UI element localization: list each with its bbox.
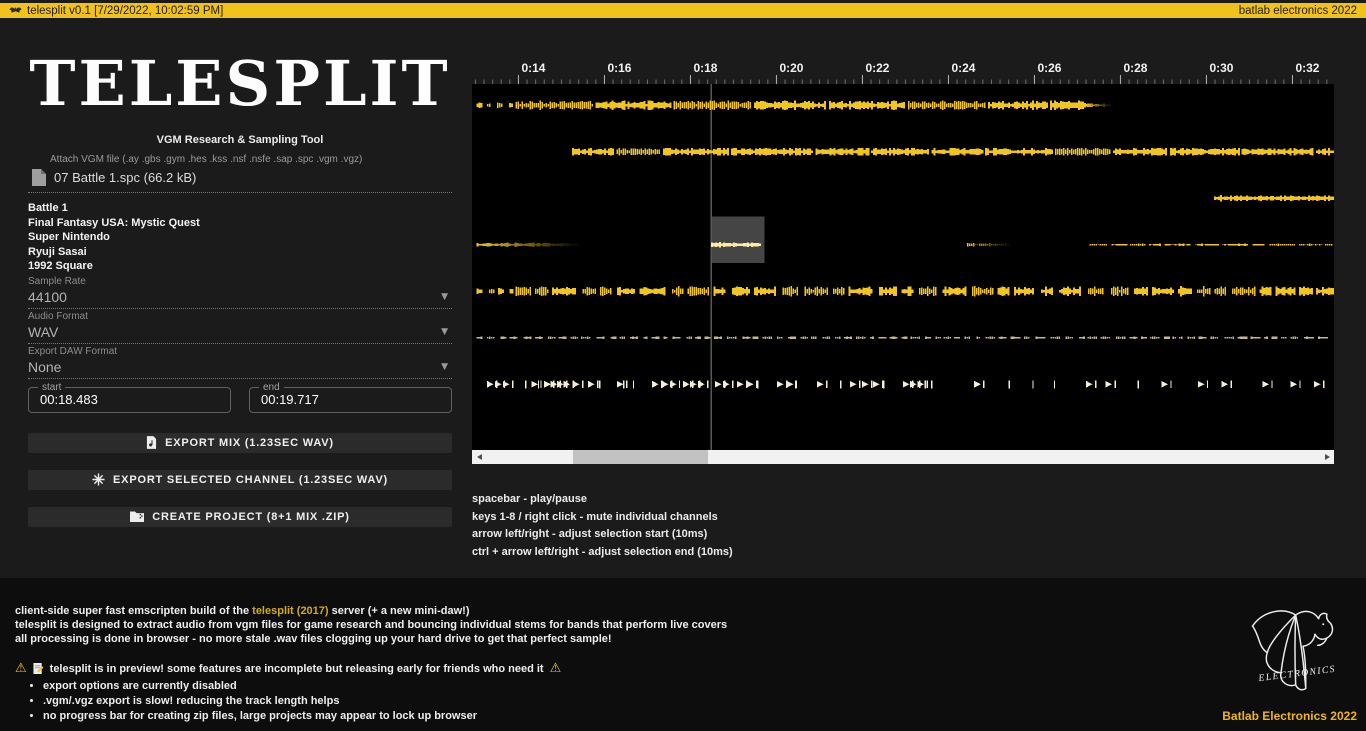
- select-value: 44100: [28, 289, 67, 305]
- issue-item: no progress bar for creating zip files, …: [43, 709, 1366, 724]
- attached-file-control[interactable]: 07 Battle 1.spc (66.2 kB): [28, 167, 452, 193]
- about-line-3: all processing is done in browser - no m…: [15, 633, 1366, 647]
- svg-text:0:26: 0:26: [1037, 61, 1061, 75]
- brand-credit: Batlab Electronics 2022: [1222, 709, 1357, 723]
- svg-text:0:18: 0:18: [693, 61, 717, 75]
- file-icon: [32, 169, 46, 186]
- app-logo: TELESPLIT: [28, 42, 452, 126]
- control-panel: TELESPLIT VGM Research & Sampling Tool A…: [28, 40, 452, 527]
- button-label: CREATE PROJECT (8+1 MIX .ZIP): [152, 511, 350, 523]
- telesplit-2017-link[interactable]: telesplit (2017): [252, 605, 328, 617]
- svg-text:0:20: 0:20: [779, 61, 803, 75]
- selection-end-input[interactable]: [250, 388, 451, 412]
- note-icon: [33, 662, 44, 675]
- game-title: Final Fantasy USA: Mystic Quest: [28, 216, 452, 231]
- chevron-down-icon: ▼: [441, 292, 448, 302]
- composer-name: Ryuji Sasai: [28, 245, 452, 260]
- select-value: WAV: [28, 324, 58, 340]
- attach-file-label: Attach VGM file (.ay .gbs .gym .hes .kss…: [50, 154, 452, 165]
- warning-text: telesplit is in preview! some features a…: [50, 663, 544, 675]
- select-label: Export DAW Format: [28, 346, 452, 358]
- track-title: Battle 1: [28, 201, 452, 216]
- about-line-1-post: server (+ a new mini-daw!): [329, 605, 470, 617]
- export-mix-button[interactable]: EXPORT MIX (1.23SEC WAV): [28, 433, 452, 453]
- svg-text:0:28: 0:28: [1123, 61, 1147, 75]
- track-metadata: Battle 1 Final Fantasy USA: Mystic Quest…: [28, 201, 452, 274]
- app-title: telesplit v0.1 [7/29/2022, 10:02:59 PM]: [27, 5, 223, 17]
- timeline-ruler[interactable]: 0:14 0:16 0:18 0:20 0:22 0:24 0:26 0:28 0:30 0:32: [472, 55, 1334, 84]
- sample-rate-select[interactable]: Sample Rate 44100 ▼: [28, 276, 452, 309]
- button-label: EXPORT SELECTED CHANNEL (1.23SEC WAV): [113, 474, 388, 486]
- scroll-left-arrow[interactable]: [472, 450, 486, 464]
- svg-text:0:24: 0:24: [951, 61, 975, 75]
- export-selected-channel-button[interactable]: EXPORT SELECTED CHANNEL (1.23SEC WAV): [28, 470, 452, 490]
- system-name: Super Nintendo: [28, 230, 452, 245]
- create-project-button[interactable]: CREATE PROJECT (8+1 MIX .ZIP): [28, 507, 452, 527]
- svg-text:0:14: 0:14: [521, 61, 545, 75]
- daw-panel: 0:14 0:16 0:18 0:20 0:22 0:24 0:26 0:28 0:30 0:32…: [472, 55, 1334, 561]
- preview-warning: ⚠ telesplit is in preview! some features…: [15, 662, 1366, 675]
- app-subtitle: VGM Research & Sampling Tool: [28, 134, 452, 146]
- file-name: 07 Battle 1.spc (66.2 kB): [54, 170, 196, 185]
- shortcut-line: ctrl + arrow left/right - adjust selecti…: [472, 544, 1334, 562]
- selection-end-field: end: [249, 387, 452, 413]
- bat-mini-icon: [9, 6, 22, 15]
- audio-file-icon: [146, 436, 157, 449]
- flare-icon: [92, 473, 105, 486]
- waveform-canvas[interactable]: [472, 84, 1334, 450]
- scrollbar-thumb[interactable]: [573, 450, 708, 464]
- batlab-bat-logo: ELECTRONICS: [1246, 604, 1338, 705]
- selection-start-input[interactable]: [29, 388, 230, 412]
- svg-text:0:16: 0:16: [607, 61, 631, 75]
- about-line-1-pre: client-side super fast emscripten build …: [15, 605, 252, 617]
- issue-item: .vgm/.vgz export is slow! reducing the t…: [43, 694, 1366, 709]
- keyboard-shortcuts: spacebar - play/pause keys 1-8 / right c…: [472, 491, 1334, 561]
- year-publisher: 1992 Square: [28, 259, 452, 274]
- warning-icon: ⚠: [15, 662, 27, 675]
- horizontal-scrollbar[interactable]: [472, 450, 1334, 464]
- scroll-right-arrow[interactable]: [1320, 450, 1334, 464]
- footer: client-side super fast emscripten build …: [0, 578, 1366, 731]
- about-line-2: telesplit is designed to extract audio f…: [15, 619, 1366, 633]
- issue-item: export options are currently disabled: [43, 679, 1366, 694]
- title-bar: telesplit v0.1 [7/29/2022, 10:02:59 PM] …: [0, 3, 1366, 18]
- audio-format-select[interactable]: Audio Format WAV ▼: [28, 311, 452, 344]
- folder-zip-icon: [130, 511, 144, 522]
- export-daw-format-select[interactable]: Export DAW Format None ▼: [28, 346, 452, 379]
- chevron-down-icon: ▼: [441, 327, 448, 337]
- known-issues-list: export options are currently disabled .v…: [15, 679, 1366, 723]
- select-label: Audio Format: [28, 311, 452, 323]
- about-line-1: client-side super fast emscripten build …: [15, 605, 1366, 619]
- chevron-down-icon: ▼: [441, 362, 448, 372]
- shortcut-line: keys 1-8 / right click - mute individual…: [472, 509, 1334, 527]
- selection-start-field: start: [28, 387, 231, 413]
- shortcut-line: arrow left/right - adjust selection star…: [472, 526, 1334, 544]
- button-label: EXPORT MIX (1.23SEC WAV): [165, 437, 334, 449]
- warning-icon: ⚠: [550, 662, 562, 675]
- titlebar-credit: batlab electronics 2022: [1239, 5, 1357, 17]
- svg-text:0:22: 0:22: [865, 61, 889, 75]
- select-label: Sample Rate: [28, 276, 452, 288]
- select-value: None: [28, 359, 61, 375]
- svg-text:0:32: 0:32: [1295, 61, 1319, 75]
- shortcut-line: spacebar - play/pause: [472, 491, 1334, 509]
- svg-text:0:30: 0:30: [1209, 61, 1233, 75]
